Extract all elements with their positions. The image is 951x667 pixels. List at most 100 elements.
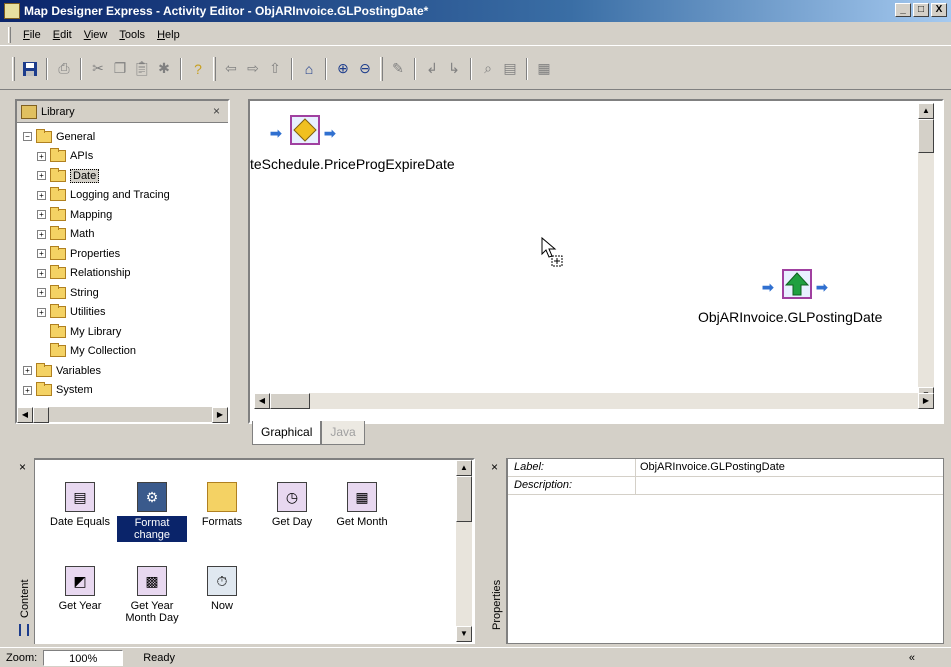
up-icon[interactable]: ⇧ [264,58,286,80]
zoom-value[interactable]: 100% [43,649,124,666]
content-close-button[interactable]: × [19,460,26,474]
tab-graphical[interactable]: Graphical [252,421,322,445]
activity-canvas[interactable]: ➡ ➡ teSchedule.PriceProgExpireDate ➡ ➡ O… [248,99,944,424]
scroll-left-button[interactable]: ◀ [17,407,33,423]
scroll-right-button[interactable]: ▶ [212,407,228,423]
scroll-down-button[interactable]: ▼ [456,626,472,642]
node-box-1[interactable] [290,115,320,145]
expand-icon[interactable]: + [37,151,46,161]
tree-item[interactable]: + APIs [37,147,93,166]
tree-item[interactable]: + Math [37,225,94,244]
expand-icon[interactable]: + [37,171,46,180]
property-row-description[interactable]: Description: [508,477,943,495]
copy-icon[interactable]: ❐ [109,58,131,80]
content-item[interactable]: ▩ Get Year Month Day [117,566,187,624]
scroll-up-button[interactable]: ▲ [918,103,934,119]
content-item[interactable]: ◷ Get Day [257,482,327,528]
expand-icon[interactable]: + [23,385,32,395]
properties-close-button[interactable]: × [491,460,498,474]
toolbar-grip[interactable] [12,56,15,81]
library-close-button[interactable]: × [213,104,220,118]
content-item[interactable]: ▤ Date Equals [45,482,115,528]
tree-item[interactable]: My Library [50,322,121,341]
content-item[interactable]: ▦ Get Month [327,482,397,528]
tree-item[interactable]: + System [23,381,93,400]
help-icon[interactable]: ? [187,58,209,80]
expand-icon[interactable]: + [37,229,46,239]
menu-file[interactable]: File [17,27,47,43]
tab-java[interactable]: Java [321,421,365,445]
tree-item[interactable]: + Utilities [37,303,105,322]
close-button[interactable]: X [931,3,947,17]
collapse-icon[interactable]: − [23,132,32,141]
collapse-button[interactable]: « [903,650,921,666]
canvas-hscrollbar[interactable]: ◀ ▶ [254,393,934,409]
find-icon[interactable]: ⌕ [477,58,499,80]
step-into-icon[interactable]: ↲ [421,58,443,80]
node-2-label[interactable]: ObjARInvoice.GLPostingDate [698,309,882,325]
folder-icon [50,265,66,279]
zoom-out-icon[interactable]: ⊖ [354,58,376,80]
library-hscrollbar[interactable]: ◀ ▶ [17,406,228,423]
home-icon[interactable]: ⌂ [298,58,320,80]
scroll-right-button[interactable]: ▶ [918,393,934,409]
expand-icon[interactable]: + [37,268,46,278]
expand-icon[interactable]: + [37,288,46,297]
expand-icon[interactable]: + [23,366,32,375]
content-scroll-thumb[interactable] [456,476,472,522]
tree-item[interactable]: + Variables [23,361,101,380]
print-icon[interactable]: ⎙ [53,58,75,80]
tree-item[interactable]: + Date [37,166,100,185]
menu-help[interactable]: Help [151,27,186,43]
edit-icon[interactable]: ✎ [387,58,409,80]
tree-item[interactable]: + Mapping [37,205,112,224]
tree-item[interactable]: + Logging and Tracing [37,186,170,205]
tree-item[interactable]: + Relationship [37,264,131,283]
back-icon[interactable]: ⇦ [220,58,242,80]
expand-icon[interactable]: + [37,307,46,317]
zoom-in-icon[interactable]: ⊕ [332,58,354,80]
property-value[interactable] [636,477,943,494]
tree-item[interactable]: + String [37,283,99,302]
step-out-icon[interactable]: ↳ [443,58,465,80]
menu-grip[interactable] [8,26,11,43]
tree-item-label: APIs [70,150,94,162]
expand-icon[interactable]: + [37,249,46,258]
menu-edit[interactable]: Edit [47,27,78,43]
canvas-vscrollbar[interactable]: ▲ ▼ [918,103,934,403]
maximize-button[interactable]: □ [913,3,929,17]
save-icon[interactable] [19,58,41,80]
tree-item-label: Relationship [70,267,131,279]
content-grip-icon[interactable] [19,624,29,636]
menu-view[interactable]: View [78,27,114,43]
content-item[interactable]: ◩ Get Year [45,566,115,612]
get-month-icon: ▦ [347,482,377,512]
minimize-button[interactable]: _ [895,3,911,17]
content-vscrollbar[interactable]: ▲ ▼ [456,460,472,642]
node-1-label[interactable]: teSchedule.PriceProgExpireDate [250,156,455,172]
expand-icon[interactable]: + [37,190,46,200]
tree-item[interactable]: My Collection [50,342,136,361]
forward-icon[interactable]: ⇨ [242,58,264,80]
content-item[interactable]: ⏱ Now [187,566,257,612]
delete-icon[interactable]: ✱ [153,58,175,80]
format-change-icon: ⚙ [137,482,167,512]
tree-item[interactable]: + Properties [37,244,120,263]
menu-tools[interactable]: Tools [113,27,151,43]
content-item[interactable]: ⚙ Format change [117,482,187,542]
library-scroll-thumb[interactable] [33,407,49,423]
tree-item[interactable]: − General [23,127,95,146]
content-item[interactable]: Formats [187,482,257,528]
property-value[interactable]: ObjARInvoice.GLPostingDate [636,459,943,476]
scroll-left-button[interactable]: ◀ [254,393,270,409]
paste-icon[interactable]: 📋︎ [131,58,153,80]
node-box-2[interactable] [782,269,812,299]
cut-icon[interactable]: ✂ [87,58,109,80]
property-row-label[interactable]: Label: ObjARInvoice.GLPostingDate [508,459,943,477]
canvas-hscroll-thumb[interactable] [270,393,310,409]
scroll-up-button[interactable]: ▲ [456,460,472,476]
layout-icon[interactable]: ▦ [533,58,555,80]
expand-icon[interactable]: + [37,210,46,219]
canvas-vscroll-thumb[interactable] [918,119,934,153]
properties-icon[interactable]: ▤ [499,58,521,80]
